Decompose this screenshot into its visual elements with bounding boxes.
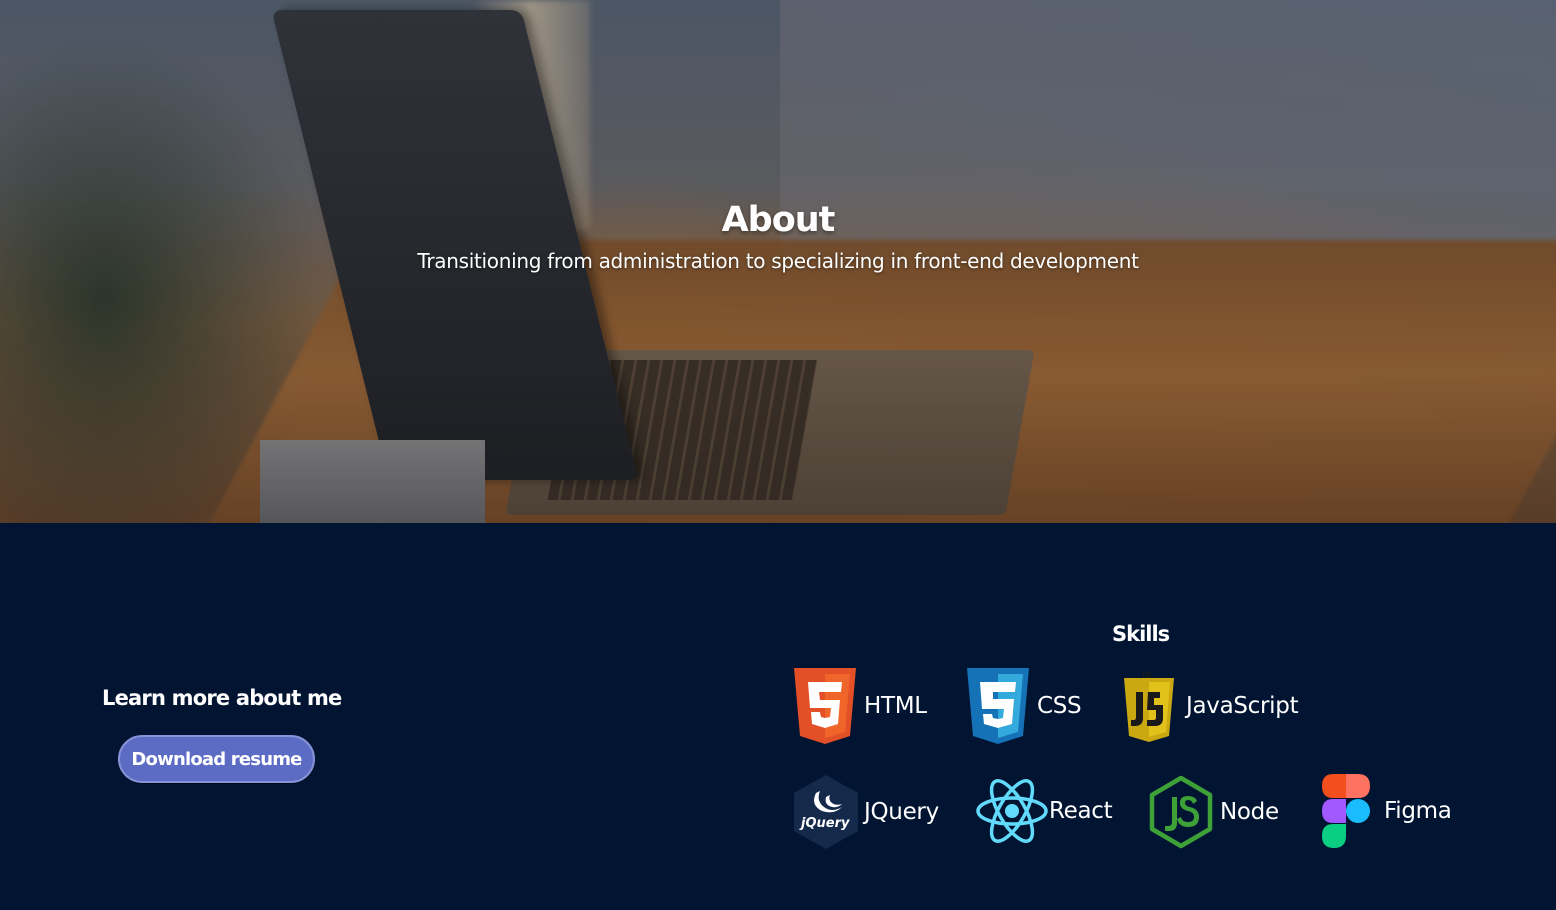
react-icon [975, 777, 1049, 845]
figma-icon [1320, 773, 1372, 849]
css3-icon [965, 668, 1031, 744]
download-resume-button[interactable]: Download resume [118, 735, 315, 783]
skill-label: CSS [1037, 693, 1082, 719]
javascript-icon: JS [1122, 668, 1176, 744]
skill-javascript: JS JavaScript [1122, 668, 1299, 744]
skill-label: React [1049, 798, 1113, 824]
hero-banner: About Transitioning from administration … [0, 0, 1556, 523]
skill-css: CSS [965, 668, 1082, 744]
skill-node: Node [1148, 775, 1279, 849]
skill-label: JQuery [864, 799, 939, 825]
learn-more-heading: Learn more about me [102, 686, 342, 710]
jquery-icon: jQuery [792, 775, 860, 849]
page-subtitle: Transitioning from administration to spe… [417, 249, 1139, 273]
skill-label: HTML [864, 693, 927, 719]
nodejs-icon [1148, 775, 1214, 849]
page-title: About [721, 200, 836, 240]
skills-heading: Skills [1112, 622, 1170, 646]
skill-react: React [975, 777, 1113, 845]
skill-label: Figma [1384, 798, 1452, 824]
skill-label: JavaScript [1186, 693, 1299, 719]
skill-label: Node [1220, 799, 1279, 825]
html5-icon [792, 668, 858, 744]
skill-jquery: jQuery JQuery [792, 775, 939, 849]
svg-text:jQuery: jQuery [799, 816, 850, 831]
skill-html: HTML [792, 668, 927, 744]
skill-figma: Figma [1320, 773, 1452, 849]
